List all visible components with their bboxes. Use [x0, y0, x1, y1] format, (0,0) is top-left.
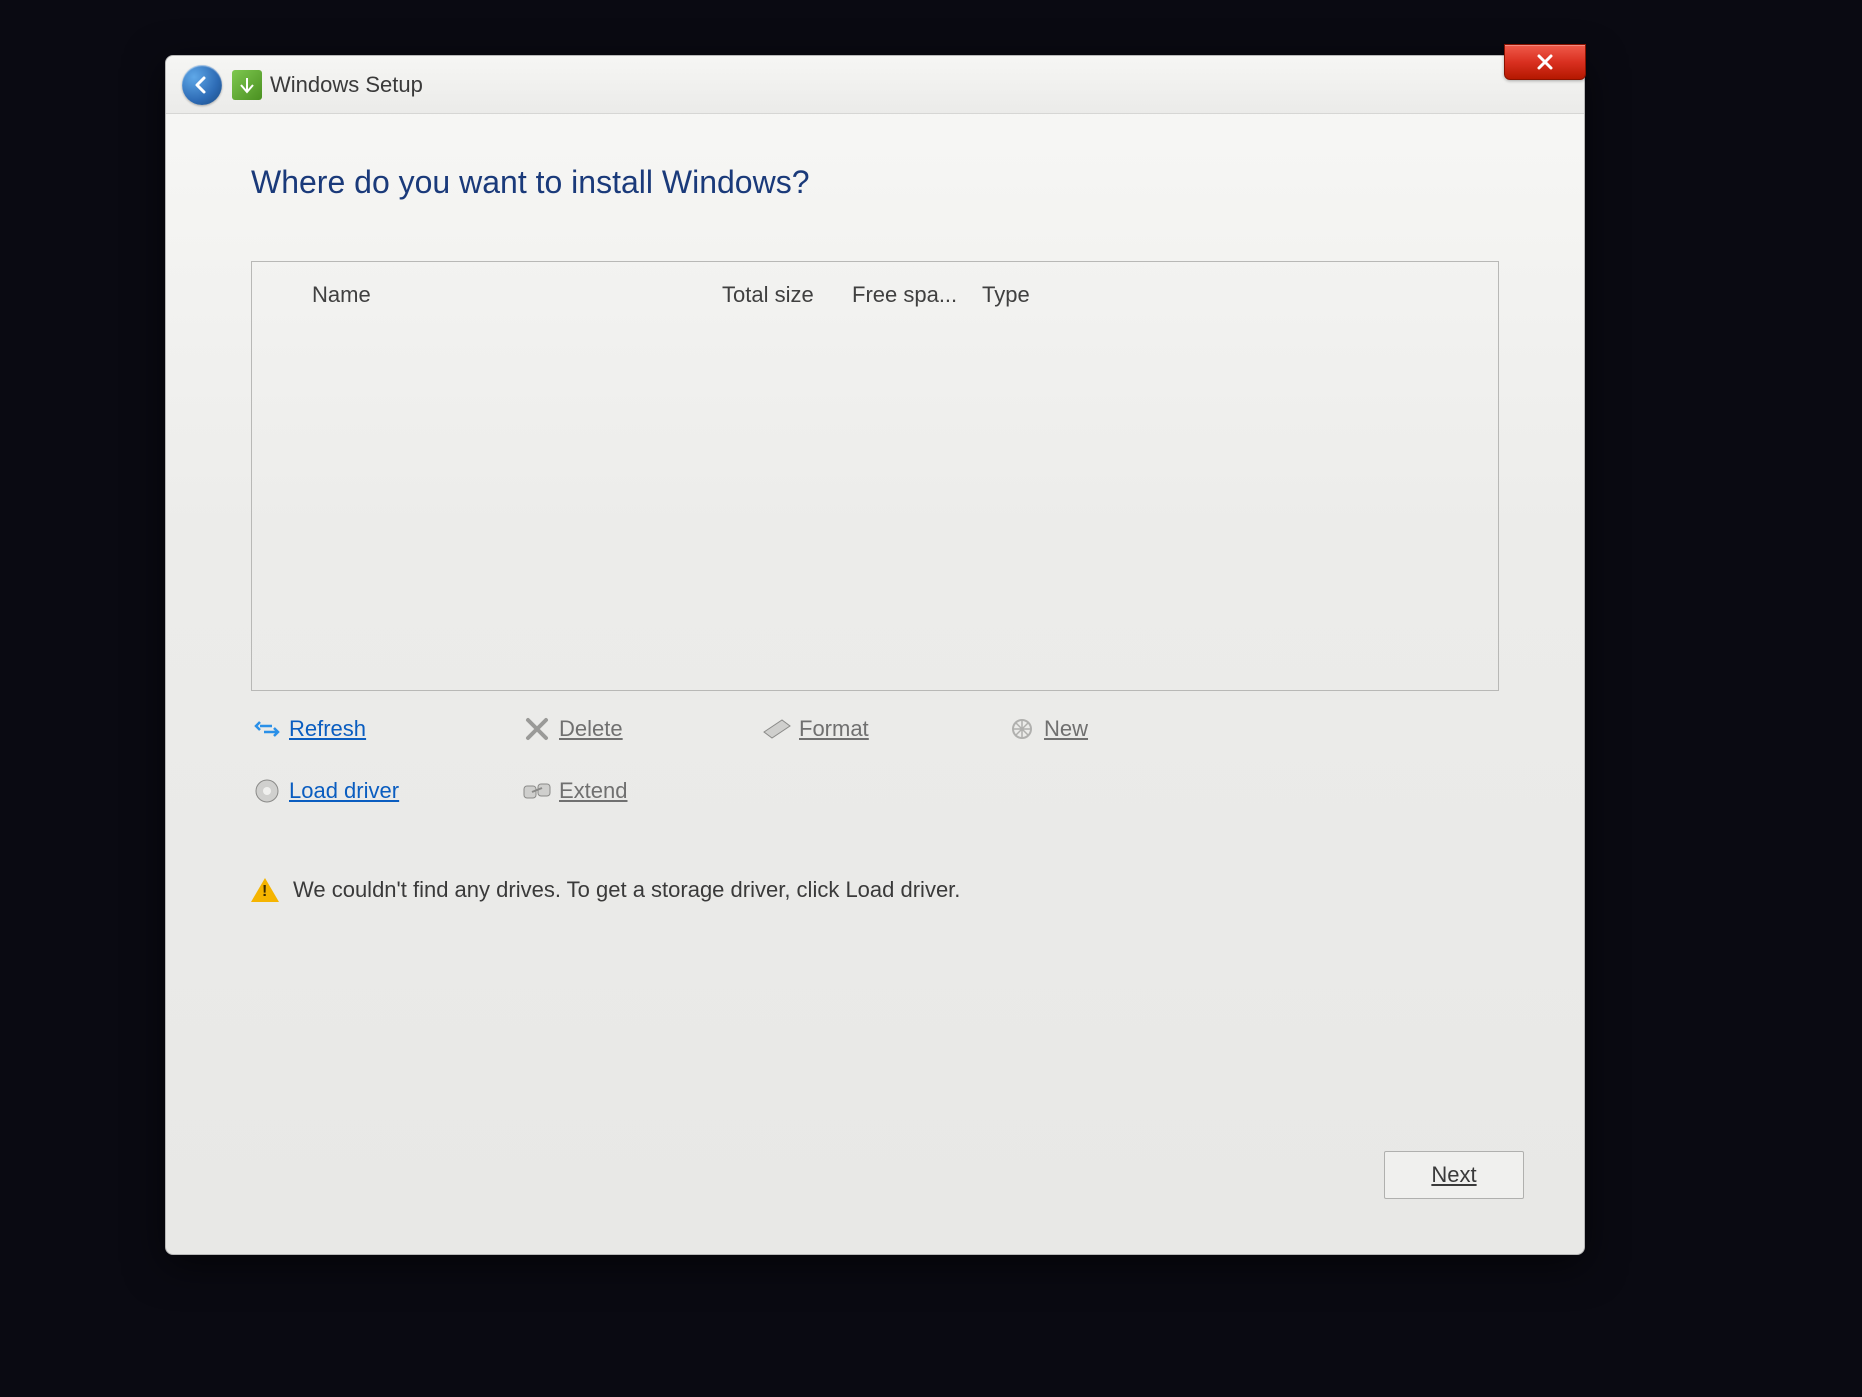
- next-button[interactable]: Next: [1384, 1151, 1524, 1199]
- extend-link[interactable]: Extend: [521, 775, 761, 807]
- format-icon: [761, 713, 793, 745]
- drive-actions: Refresh Delete Format: [251, 713, 1499, 807]
- load-driver-icon: [251, 775, 283, 807]
- load-driver-label: Load driver: [289, 778, 399, 804]
- footer: Next: [1384, 1151, 1524, 1199]
- page-heading: Where do you want to install Windows?: [251, 164, 1499, 201]
- drive-list-header: Name Total size Free spa... Type: [252, 282, 1498, 308]
- content-area: Where do you want to install Windows? Na…: [166, 114, 1584, 903]
- delete-icon: [521, 713, 553, 745]
- column-name[interactable]: Name: [312, 282, 722, 308]
- close-button[interactable]: [1504, 44, 1586, 80]
- close-icon: [1535, 52, 1555, 72]
- format-label: Format: [799, 716, 869, 742]
- titlebar: Windows Setup: [166, 56, 1584, 114]
- back-button[interactable]: [182, 65, 222, 105]
- column-type[interactable]: Type: [982, 282, 1112, 308]
- back-arrow-icon: [192, 75, 212, 95]
- windows-setup-dialog: Windows Setup Where do you want to insta…: [165, 55, 1585, 1255]
- status-message-row: We couldn't find any drives. To get a st…: [251, 877, 1499, 903]
- delete-label: Delete: [559, 716, 623, 742]
- column-free-space[interactable]: Free spa...: [852, 282, 982, 308]
- windows-setup-icon: [232, 70, 262, 100]
- drive-list[interactable]: Name Total size Free spa... Type: [251, 261, 1499, 691]
- extend-icon: [521, 775, 553, 807]
- window-title: Windows Setup: [270, 72, 423, 98]
- format-link[interactable]: Format: [761, 713, 1006, 745]
- new-link[interactable]: New: [1006, 713, 1206, 745]
- column-total-size[interactable]: Total size: [722, 282, 852, 308]
- warning-icon: [251, 878, 279, 902]
- refresh-label: Refresh: [289, 716, 366, 742]
- refresh-link[interactable]: Refresh: [251, 713, 521, 745]
- status-message: We couldn't find any drives. To get a st…: [293, 877, 960, 903]
- new-label: New: [1044, 716, 1088, 742]
- extend-label: Extend: [559, 778, 628, 804]
- refresh-icon: [251, 713, 283, 745]
- delete-link[interactable]: Delete: [521, 713, 761, 745]
- load-driver-link[interactable]: Load driver: [251, 775, 521, 807]
- new-icon: [1006, 713, 1038, 745]
